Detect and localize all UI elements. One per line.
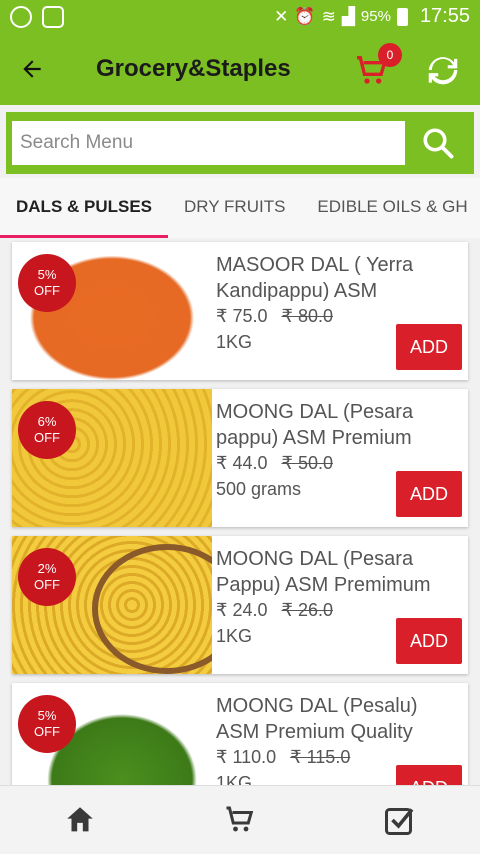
battery-icon [396, 7, 408, 26]
checkbox-icon [385, 808, 414, 835]
search-button[interactable] [409, 118, 468, 168]
cart-button[interactable]: 0 [350, 43, 402, 93]
page-title: Grocery&Staples [96, 55, 291, 82]
product-quantity: 1KG [216, 332, 253, 352]
sale-price: ₹ 44.0 [216, 453, 268, 473]
signal-icon: ▟ [341, 6, 355, 26]
bowl-shape [92, 544, 212, 674]
product-list: 5% OFF MASOOR DAL ( Yerra Kandipappu) ASM… [0, 238, 480, 785]
product-price: ₹ 44.0 ₹ 50.0 [216, 453, 333, 474]
alarm-icon: ⏰ [294, 6, 316, 26]
image-notification-icon [42, 5, 64, 28]
discount-label: OFF [34, 430, 60, 445]
product-name: MOONG DAL (Pesara pappu) ASM Premium [216, 401, 414, 449]
category-tabs: DALS & PULSES DRY FRUITS EDIBLE OILS & G… [0, 178, 480, 238]
mrp-price: ₹ 26.0 [281, 600, 334, 620]
app-bar: Grocery&Staples 0 [0, 33, 480, 105]
cart-nav-button[interactable] [210, 795, 270, 845]
home-button[interactable] [50, 795, 110, 845]
search-icon [423, 128, 454, 159]
back-button[interactable] [0, 33, 64, 105]
product-quantity: 1KG [216, 626, 253, 646]
product-name: MASOOR DAL ( Yerra Kandipappu) ASM [216, 254, 414, 302]
discount-percent: 6% [37, 414, 57, 429]
product-name: MOONG DAL (Pesara Pappu) ASM Premimum [216, 548, 431, 596]
discount-label: OFF [34, 724, 60, 739]
product-price: ₹ 24.0 ₹ 26.0 [216, 600, 333, 621]
sale-price: ₹ 24.0 [216, 600, 268, 620]
tab-dry-fruits[interactable]: DRY FRUITS [168, 178, 301, 238]
battery-percent: 95% [360, 8, 391, 25]
bottom-nav [0, 785, 480, 854]
product-quantity: 1KG [216, 773, 253, 785]
home-icon [67, 807, 93, 832]
mrp-price: ₹ 50.0 [281, 453, 334, 473]
clock: 17:55 [419, 5, 470, 27]
mrp-price: ₹ 115.0 [290, 747, 351, 767]
mrp-price: ₹ 80.0 [281, 306, 334, 326]
discount-badge: 6% OFF [18, 401, 76, 459]
orders-button[interactable] [370, 795, 430, 845]
status-bar: ✕ ⏰ ≋ ▟ 95% 17:55 [0, 0, 480, 33]
product-price: ₹ 75.0 ₹ 80.0 [216, 306, 333, 327]
refresh-button[interactable] [424, 51, 462, 89]
product-price: ₹ 110.0 ₹ 115.0 [216, 747, 350, 768]
tab-edible-oils[interactable]: EDIBLE OILS & GH [301, 178, 480, 238]
search-bar [6, 112, 474, 174]
discount-percent: 5% [37, 708, 57, 723]
search-input[interactable] [12, 121, 405, 165]
product-name: MOONG DAL (Pesalu) ASM Premium Quality [216, 695, 418, 743]
discount-percent: 5% [37, 267, 57, 282]
discount-percent: 2% [37, 561, 57, 576]
add-button[interactable]: ADD [396, 618, 462, 664]
product-card: 5% OFF MASOOR DAL ( Yerra Kandipappu) ASM… [12, 242, 468, 380]
sale-price: ₹ 75.0 [216, 306, 268, 326]
product-quantity: 500 grams [216, 479, 302, 499]
mute-icon: ✕ [274, 6, 289, 26]
arrow-left-icon [23, 60, 41, 78]
product-card: 5% OFF MOONG DAL (Pesalu) ASM Premium Qua… [12, 683, 468, 785]
sale-price: ₹ 110.0 [216, 747, 277, 767]
cart-icon [226, 806, 254, 832]
cart-count-badge: 0 [378, 43, 402, 67]
product-card: 6% OFF MOONG DAL (Pesara pappu) ASM Premi… [12, 389, 468, 527]
wifi-icon: ≋ [321, 6, 336, 26]
discount-badge: 5% OFF [18, 254, 76, 312]
add-button[interactable]: ADD [396, 471, 462, 517]
app-notification-icon [10, 5, 32, 28]
discount-label: OFF [34, 283, 60, 298]
add-button[interactable]: ADD [396, 324, 462, 370]
discount-badge: 2% OFF [18, 548, 76, 606]
tab-dals-pulses[interactable]: DALS & PULSES [0, 178, 169, 238]
product-card: 2% OFF MOONG DAL (Pesara Pappu) ASM Premi… [12, 536, 468, 674]
discount-label: OFF [34, 577, 60, 592]
add-button[interactable]: ADD [396, 765, 462, 785]
discount-badge: 5% OFF [18, 695, 76, 753]
refresh-icon [428, 57, 458, 85]
